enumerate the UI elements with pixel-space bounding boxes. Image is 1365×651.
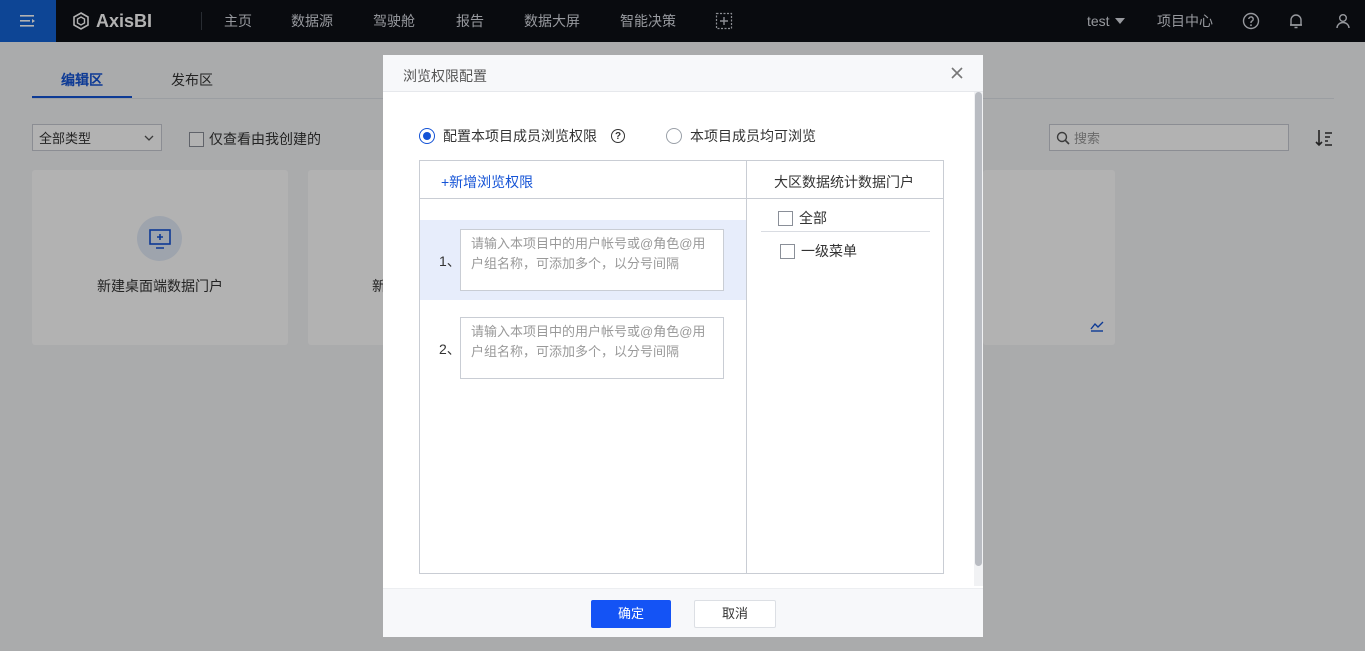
- menu-all-option[interactable]: 全部: [778, 208, 827, 228]
- row-number: 1、: [439, 253, 461, 269]
- radio-all[interactable]: [666, 128, 682, 144]
- radio-all-option[interactable]: 本项目成员均可浏览: [666, 126, 816, 146]
- dialog-header: 浏览权限配置: [383, 55, 983, 92]
- browse-permission-dialog: 浏览权限配置 配置本项目成员浏览权限 ? 本项目成员均可浏览 +新增浏览权限 1…: [383, 55, 983, 637]
- menu-divider: [761, 231, 930, 232]
- permission-row[interactable]: 1、 请输入本项目中的用户帐号或@角色@用户组名称，可添加多个，以分号间隔: [420, 220, 746, 300]
- help-icon[interactable]: ?: [611, 129, 625, 143]
- permission-rows-column: +新增浏览权限 1、 请输入本项目中的用户帐号或@角色@用户组名称，可添加多个，…: [420, 161, 747, 573]
- cancel-button[interactable]: 取消: [694, 600, 776, 628]
- permission-row[interactable]: 2、 请输入本项目中的用户帐号或@角色@用户组名称，可添加多个，以分号间隔: [420, 308, 746, 388]
- dialog-scrollbar[interactable]: [974, 92, 983, 586]
- scrollbar-thumb[interactable]: [975, 92, 982, 566]
- portal-title: 大区数据统计数据门户: [774, 174, 914, 190]
- portal-header: 大区数据统计数据门户: [747, 161, 943, 199]
- menu-level1-option[interactable]: 一级菜单: [780, 241, 857, 261]
- menu-all-label: 全部: [799, 210, 827, 226]
- confirm-button[interactable]: 确定: [591, 600, 671, 628]
- permission-table: +新增浏览权限 1、 请输入本项目中的用户帐号或@角色@用户组名称，可添加多个，…: [419, 160, 944, 574]
- radio-members-label: 配置本项目成员浏览权限: [443, 128, 597, 144]
- permission-input[interactable]: 请输入本项目中的用户帐号或@角色@用户组名称，可添加多个，以分号间隔: [460, 317, 724, 379]
- dialog-footer: 确定 取消: [383, 588, 983, 637]
- permission-input[interactable]: 请输入本项目中的用户帐号或@角色@用户组名称，可添加多个，以分号间隔: [460, 229, 724, 291]
- dialog-title: 浏览权限配置: [403, 68, 487, 84]
- radio-all-label: 本项目成员均可浏览: [690, 128, 816, 144]
- radio-members[interactable]: [419, 128, 435, 144]
- rows-header: +新增浏览权限: [420, 161, 746, 199]
- menu-all-checkbox[interactable]: [778, 210, 793, 226]
- add-permission-link[interactable]: +新增浏览权限: [441, 172, 533, 192]
- row-number: 2、: [439, 341, 461, 357]
- menu-level1-checkbox[interactable]: [780, 243, 795, 259]
- close-icon[interactable]: [949, 65, 965, 81]
- menu-level1-label: 一级菜单: [801, 243, 857, 259]
- radio-members-option[interactable]: 配置本项目成员浏览权限 ?: [419, 126, 625, 146]
